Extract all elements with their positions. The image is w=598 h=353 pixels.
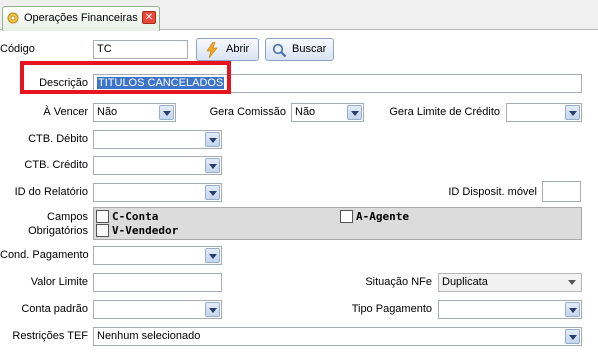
gear-icon [6, 11, 20, 25]
c-conta-label: C-Conta [112, 210, 159, 223]
id-disposit-label: ID Disposit. móvel [448, 186, 537, 198]
abrir-label: Abrir [226, 43, 250, 55]
situacao-nfe-select[interactable]: Duplicata [438, 273, 582, 292]
chevron-down-icon[interactable] [565, 329, 580, 344]
chevron-down-icon[interactable] [347, 105, 362, 120]
id-relatorio-select[interactable] [93, 183, 222, 202]
chevron-down-icon[interactable] [205, 185, 220, 200]
ctb-credito-select[interactable] [93, 156, 222, 175]
a-vencer-label: À Vencer [43, 106, 88, 118]
codigo-label: Código [0, 43, 35, 55]
buscar-label: Buscar [292, 43, 327, 55]
a-agente-label: A-Agente [356, 210, 409, 223]
restricoes-tef-value: Nenhum selecionado [97, 330, 201, 342]
situacao-nfe-value: Duplicata [442, 276, 488, 288]
chevron-down-icon[interactable] [205, 132, 220, 147]
valor-limite-label: Valor Limite [30, 276, 88, 288]
gera-comissao-value: Não [295, 106, 316, 118]
chevron-down-icon[interactable] [565, 275, 580, 290]
id-disposit-input[interactable] [542, 181, 581, 202]
codigo-input[interactable]: TC [93, 40, 188, 59]
highlight-box [20, 61, 231, 94]
gera-comissao-label: Gera Comissão [209, 106, 286, 118]
restricoes-tef-select[interactable]: Nenhum selecionado [93, 327, 582, 346]
tipo-pagamento-label: Tipo Pagamento [351, 303, 432, 315]
gera-comissao-select[interactable]: Não [291, 103, 364, 122]
ctb-debito-label: CTB. Débito [28, 133, 88, 145]
chevron-down-icon[interactable] [565, 105, 580, 120]
situacao-nfe-label: Situação NFe [365, 276, 432, 288]
cond-pagamento-label: Cond. Pagamento [0, 249, 89, 261]
tab-bar: Operações Financeiras ✕ [0, 0, 598, 31]
chevron-down-icon[interactable] [205, 248, 220, 263]
v-vendedor-label: V-Vendedor [112, 224, 179, 237]
v-vendedor-checkbox[interactable] [96, 224, 109, 237]
conta-padrao-label: Conta padrão [21, 303, 88, 315]
a-vencer-value: Não [97, 106, 118, 118]
c-conta-checkbox[interactable] [96, 210, 109, 223]
id-relatorio-label: ID do Relatório [14, 186, 88, 198]
a-agente-checkbox[interactable] [340, 210, 353, 223]
tab-label: Operações Financeiras [24, 12, 138, 24]
tab-operacoes-financeiras[interactable]: Operações Financeiras ✕ [2, 6, 160, 31]
search-icon [272, 43, 287, 66]
ctb-debito-select[interactable] [93, 130, 222, 149]
close-icon[interactable]: ✕ [142, 11, 156, 24]
chevron-down-icon[interactable] [565, 302, 580, 317]
campos-label: Campos [47, 211, 88, 223]
valor-limite-input[interactable] [93, 273, 222, 292]
conta-padrao-select[interactable] [93, 300, 222, 319]
campos-obrigatorios-panel: C-Conta A-Agente V-Vendedor [93, 207, 582, 240]
chevron-down-icon[interactable] [159, 105, 174, 120]
abrir-button[interactable]: Abrir [196, 38, 259, 61]
gera-limite-label: Gera Limite de Crédito [389, 106, 500, 118]
ctb-credito-label: CTB. Crédito [24, 159, 88, 171]
a-vencer-select[interactable]: Não [93, 103, 176, 122]
chevron-down-icon[interactable] [205, 302, 220, 317]
obrigatorios-label: Obrigatórios [28, 225, 88, 237]
tipo-pagamento-select[interactable] [438, 300, 582, 319]
form-area: Código TC Abrir Buscar Descrição TITULOS… [0, 31, 598, 353]
chevron-down-icon[interactable] [205, 158, 220, 173]
buscar-button[interactable]: Buscar [265, 38, 334, 61]
gera-limite-select[interactable] [506, 103, 582, 122]
cond-pagamento-select[interactable] [93, 246, 222, 265]
restricoes-tef-label: Restrições TEF [12, 330, 88, 342]
